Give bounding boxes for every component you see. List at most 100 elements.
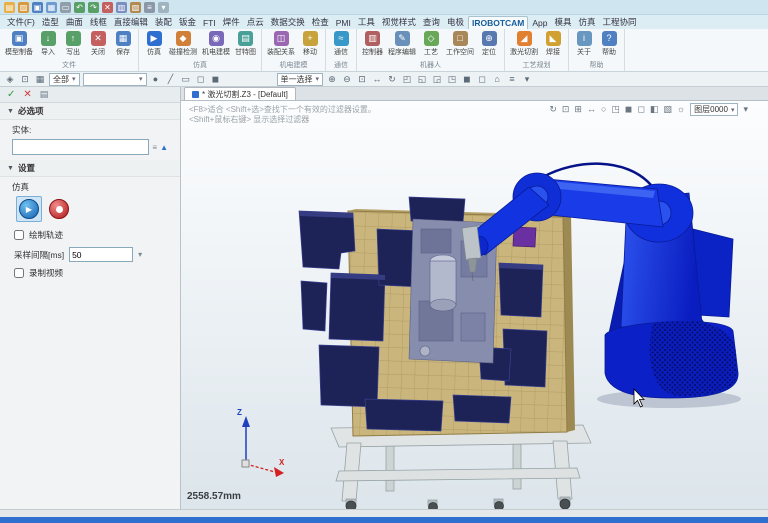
tab-simulation[interactable]: 仿真 <box>576 15 599 29</box>
customize-qat-icon[interactable]: ▾ <box>158 2 169 13</box>
tab-mold[interactable]: 模具 <box>552 15 575 29</box>
tab-wireframe[interactable]: 线框 <box>87 15 110 29</box>
chevron-down-icon[interactable]: ▾ <box>138 250 142 259</box>
wireframe-mode-icon[interactable]: ◻ <box>476 73 488 85</box>
ribbon-button-locate[interactable]: ⊕定位 <box>477 30 501 61</box>
tab-file[interactable]: 文件(F) <box>4 15 38 29</box>
display-list-icon[interactable]: ≡ <box>506 73 518 85</box>
rotate-view-icon[interactable]: ↻ <box>386 73 398 85</box>
ribbon-button-communication[interactable]: ≈通信 <box>329 30 353 61</box>
ribbon-button-process[interactable]: ◇工艺 <box>419 30 443 61</box>
tab-weldment[interactable]: 焊件 <box>220 15 243 29</box>
layer-dropdown[interactable]: 图层0000▾ <box>690 103 738 116</box>
cancel-button[interactable]: ✕ <box>23 89 31 100</box>
section-view-icon[interactable]: ◧ <box>650 104 659 115</box>
fit-window-icon[interactable]: ⊡ <box>356 73 368 85</box>
edge-display-icon[interactable]: ◻ <box>637 104 644 115</box>
confirm-button[interactable]: ✓ <box>7 89 15 100</box>
entity-input[interactable] <box>12 139 149 155</box>
filter-curve-icon[interactable]: ╱ <box>165 73 177 85</box>
tab-collaboration[interactable]: 工程协同 <box>600 15 640 29</box>
shaded-display-icon[interactable]: ◼ <box>625 104 632 115</box>
input-filter-icon[interactable]: ≡ <box>152 143 157 152</box>
background-icon[interactable]: ▧ <box>663 104 672 115</box>
ribbon-button-save[interactable]: ▦保存 <box>111 30 135 61</box>
ribbon-button-workspace[interactable]: □工作空间 <box>444 30 476 61</box>
entity-type-dropdown[interactable]: ▾ <box>83 73 147 86</box>
tab-inquiry[interactable]: 查询 <box>420 15 443 29</box>
entity-filter-icon[interactable]: ◈ <box>4 73 16 85</box>
tab-point-cloud[interactable]: 点云 <box>244 15 267 29</box>
cut-icon[interactable]: ✕ <box>102 2 113 13</box>
record-button[interactable] <box>49 199 69 219</box>
tab-app[interactable]: App <box>529 17 550 29</box>
orbit-icon[interactable]: ○ <box>601 104 606 115</box>
ribbon-button-controller[interactable]: ▥控制器 <box>360 30 385 61</box>
zoom-out-icon[interactable]: ⊖ <box>341 73 353 85</box>
copy-icon[interactable]: ▥ <box>116 2 127 13</box>
tab-fti[interactable]: FTI <box>200 17 219 29</box>
tab-surface[interactable]: 曲面 <box>63 15 86 29</box>
tab-assembly[interactable]: 装配 <box>152 15 175 29</box>
ribbon-button-weld[interactable]: ◣焊接 <box>541 30 565 61</box>
ribbon-button-laser-cut[interactable]: ◢激光切割 <box>508 30 540 61</box>
ribbon-button-about[interactable]: i关于 <box>572 30 596 61</box>
ribbon-button-assembly-relation[interactable]: ◫装配关系 <box>265 30 297 61</box>
record-video-checkbox[interactable] <box>14 268 24 278</box>
draw-track-checkbox[interactable] <box>14 230 24 240</box>
tab-visual-style[interactable]: 视觉样式 <box>379 15 419 29</box>
zoom-in-icon[interactable]: ⊕ <box>326 73 338 85</box>
view-front-icon[interactable]: ◱ <box>416 73 428 85</box>
filter-point-icon[interactable]: ● <box>150 73 162 85</box>
filter-all-dropdown[interactable]: 全部▾ <box>49 73 80 86</box>
paste-icon[interactable]: ▧ <box>130 2 141 13</box>
open-file-icon[interactable]: ▨ <box>18 2 29 13</box>
view-cube-icon[interactable]: ◳ <box>611 104 620 115</box>
options-button[interactable]: ▤ <box>40 89 49 100</box>
viewport-canvas[interactable]: Z X <F8>适合 <Shift+选>查找下一个有效的过滤器设置。 <Shif… <box>181 101 768 509</box>
more-tools-icon[interactable]: ▾ <box>521 73 533 85</box>
undo-icon[interactable]: ↶ <box>74 2 85 13</box>
fit-view-icon[interactable]: ⊡ <box>562 104 570 115</box>
tab-irobotcam[interactable]: IROBOTCAM <box>468 16 528 29</box>
play-button[interactable]: ▶ <box>19 199 39 219</box>
light-icon[interactable]: ☼ <box>677 104 685 115</box>
document-tab[interactable]: * 激光切割.Z3 - [Default] <box>184 87 296 100</box>
ribbon-button-import[interactable]: ↓导入 <box>36 30 60 61</box>
tab-modeling[interactable]: 造型 <box>39 15 62 29</box>
tab-pmi[interactable]: PMI <box>333 17 354 29</box>
ribbon-button-mechatronics[interactable]: ◉机电建模 <box>200 30 232 61</box>
ribbon-button-help[interactable]: ?帮助 <box>597 30 621 61</box>
view-iso-icon[interactable]: ◳ <box>446 73 458 85</box>
filter-solid-icon[interactable]: ◼ <box>210 73 222 85</box>
save-icon[interactable]: ▣ <box>32 2 43 13</box>
pan-icon[interactable]: ↔ <box>371 73 383 85</box>
view-top-icon[interactable]: ◰ <box>401 73 413 85</box>
ribbon-button-program-edit[interactable]: ✎程序编辑 <box>386 30 418 61</box>
tab-tools[interactable]: 工具 <box>355 15 378 29</box>
ribbon-button-collision-check[interactable]: ◆碰撞检测 <box>167 30 199 61</box>
pan-view-icon[interactable]: ↔ <box>587 104 596 115</box>
new-file-icon[interactable]: ▤ <box>4 2 15 13</box>
print-icon[interactable]: ▭ <box>60 2 71 13</box>
tab-data-exchange[interactable]: 数据交换 <box>268 15 308 29</box>
home-view-icon[interactable]: ⌂ <box>491 73 503 85</box>
filter-face-icon[interactable]: ◻ <box>195 73 207 85</box>
section-required[interactable]: ▼ 必选项 <box>0 103 180 120</box>
input-pick-icon[interactable]: ▲ <box>160 143 168 152</box>
shade-mode-icon[interactable]: ◼ <box>461 73 473 85</box>
sample-interval-input[interactable] <box>69 247 133 262</box>
ribbon-button-gantt[interactable]: ▤甘特图 <box>233 30 258 61</box>
refresh-view-icon[interactable]: ↻ <box>549 104 557 115</box>
tab-inspect[interactable]: 检查 <box>309 15 332 29</box>
ribbon-button-close[interactable]: ✕关闭 <box>86 30 110 61</box>
more-views-icon[interactable]: ▾ <box>743 104 748 115</box>
redo-icon[interactable]: ↷ <box>88 2 99 13</box>
zoom-window-icon[interactable]: ⊞ <box>574 104 582 115</box>
tab-electrode[interactable]: 电极 <box>444 15 467 29</box>
selection-mode-dropdown[interactable]: 单一选择▾ <box>277 73 324 86</box>
ribbon-button-move[interactable]: +移动 <box>298 30 322 61</box>
ribbon-button-simulate[interactable]: ▶仿真 <box>142 30 166 61</box>
save-all-icon[interactable]: ▦ <box>46 2 57 13</box>
ribbon-button-export[interactable]: ↑写出 <box>61 30 85 61</box>
